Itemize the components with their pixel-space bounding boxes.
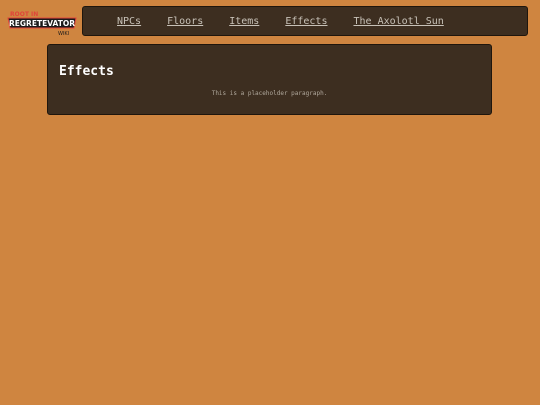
page: ROOT IN REGRETEVATOR WIKI NPCs Floors It… [0,0,540,405]
logo-sub-text: WIKI [58,31,69,37]
logo-main-text: REGRETEVATOR [9,19,75,28]
content-panel: Effects This is a placeholder paragraph. [47,44,492,115]
logo-graphic: ROOT IN REGRETEVATOR WIKI [7,11,77,37]
page-title: Effects [59,64,114,79]
top-navbar: NPCs Floors Items Effects The Axolotl Su… [82,6,528,36]
nav-link-axolotl-sun[interactable]: The Axolotl Sun [353,16,443,27]
site-logo[interactable]: ROOT IN REGRETEVATOR WIKI [6,8,78,38]
nav-link-npcs[interactable]: NPCs [117,16,141,27]
nav-link-effects[interactable]: Effects [285,16,327,27]
nav-link-items[interactable]: Items [229,16,259,27]
nav-link-floors[interactable]: Floors [167,16,203,27]
placeholder-paragraph: This is a placeholder paragraph. [211,90,328,97]
logo-top-text: ROOT IN [10,11,38,18]
